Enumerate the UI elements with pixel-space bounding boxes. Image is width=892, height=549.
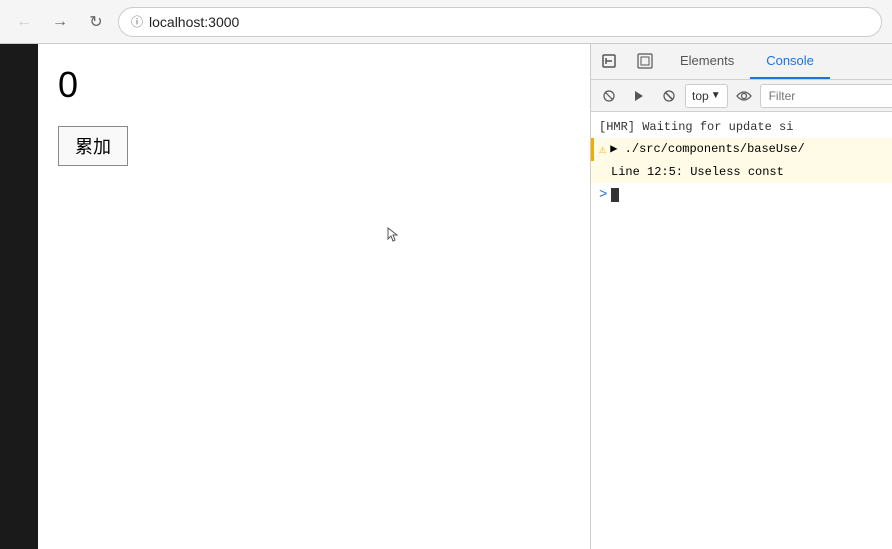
hmr-text: [HMR] Waiting for update si [599,118,793,136]
warning-detail-text: Line 12:5: Useless const [611,163,784,181]
page-main: 0 累加 [38,44,590,549]
back-icon: ← [16,13,32,31]
console-toolbar: top ▼ [591,80,892,112]
counter-value: 0 [58,64,570,106]
tab-console[interactable]: Console [750,44,830,79]
devtools-inspect-icon[interactable] [627,44,663,79]
console-prompt-chevron: > [599,187,607,203]
reload-button[interactable]: ↻ [82,8,110,36]
tab-elements[interactable]: Elements [664,44,750,79]
left-sidebar-bar [0,44,38,549]
back-button[interactable]: ← [10,8,38,36]
increment-button[interactable]: 累加 [58,126,128,166]
browser-window: ← → ↻ ⓘ localhost:3000 0 累加 [0,0,892,549]
top-dropdown-label: top [692,89,709,103]
devtools-panel: Elements Console [590,44,892,549]
console-hmr-line: [HMR] Waiting for update si [591,116,892,138]
warning-text: ▶ ./src/components/baseUse/ [610,140,804,158]
console-run-button[interactable] [625,82,653,110]
devtools-cursor-icon[interactable] [591,44,627,79]
address-bar[interactable]: ⓘ localhost:3000 [118,7,882,37]
console-caret [611,188,619,202]
console-warning-line: ⚠ ▶ ./src/components/baseUse/ [591,138,892,161]
chevron-down-icon: ▼ [711,90,721,101]
forward-icon: → [52,13,68,31]
address-text: localhost:3000 [149,14,239,30]
reload-icon: ↻ [89,12,102,32]
context-top-dropdown[interactable]: top ▼ [685,84,728,108]
browser-toolbar: ← → ↻ ⓘ localhost:3000 [0,0,892,44]
console-filter-input[interactable] [760,84,892,108]
devtools-tab-bar: Elements Console [591,44,892,80]
cursor-indicator [386,226,402,247]
console-clear-button[interactable] [595,82,623,110]
console-prompt-line[interactable]: > [591,183,892,207]
forward-button[interactable]: → [46,8,74,36]
console-eye-button[interactable] [730,82,758,110]
info-icon: ⓘ [131,13,143,30]
console-warning-detail-line: Line 12:5: Useless const [591,161,892,183]
console-output: [HMR] Waiting for update si ⚠ ▶ ./src/co… [591,112,892,549]
console-block-button[interactable] [655,82,683,110]
content-area: 0 累加 [0,44,892,549]
warning-icon: ⚠ [599,141,606,159]
page-content: 0 累加 [0,44,590,549]
